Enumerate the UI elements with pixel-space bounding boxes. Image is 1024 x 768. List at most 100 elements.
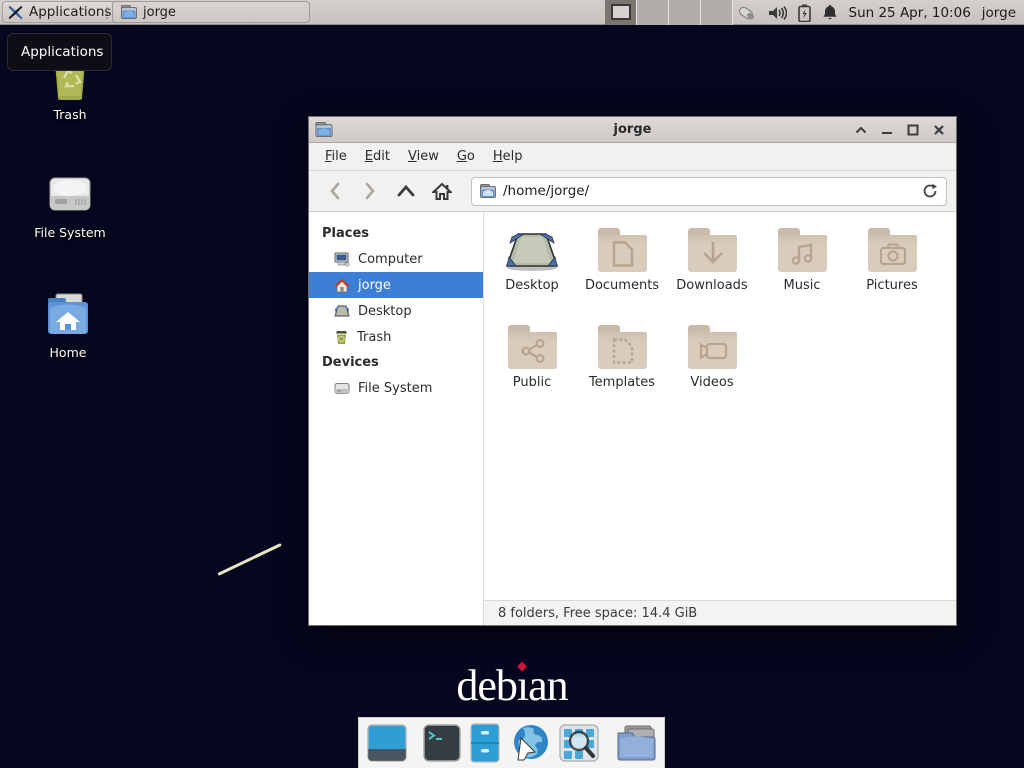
- desktop-icon-file-system[interactable]: File System: [22, 168, 118, 240]
- applications-menu-button[interactable]: Applications: [2, 1, 121, 23]
- taskbar-window-button[interactable]: jorge: [112, 1, 310, 23]
- file-documents[interactable]: Documents: [577, 224, 667, 321]
- sidebar-item-label: Computer: [358, 252, 423, 267]
- music-glyph-icon: [790, 241, 816, 267]
- path-folder-icon: [480, 184, 496, 198]
- up-button[interactable]: [389, 177, 423, 205]
- path-input[interactable]: /home/jorge/: [503, 183, 916, 199]
- sidebar: Places Computer jorge: [309, 212, 484, 625]
- file-desktop[interactable]: Desktop: [487, 224, 577, 321]
- desktop-special-icon: [503, 227, 561, 273]
- file-label: Pictures: [866, 278, 917, 293]
- file-label: Public: [513, 375, 551, 390]
- menu-go[interactable]: Go: [448, 143, 484, 170]
- maximize-button[interactable]: [902, 120, 924, 140]
- file-manager-window: jorge File Edit View Go Help: [308, 116, 957, 626]
- file-icon-view[interactable]: Desktop Documents: [484, 212, 956, 600]
- file-public[interactable]: Public: [487, 321, 577, 418]
- file-pictures[interactable]: Pictures: [847, 224, 937, 321]
- folder-launcher[interactable]: [615, 724, 657, 762]
- sidebar-item-desktop[interactable]: Desktop: [309, 298, 483, 324]
- top-panel: Applications jorge: [0, 0, 1024, 25]
- home-folder-icon: [42, 288, 94, 340]
- file-videos[interactable]: Videos: [667, 321, 757, 418]
- bottom-dock: [358, 717, 665, 768]
- home-icon: [334, 278, 350, 293]
- notifications-bell-icon[interactable]: [822, 4, 838, 21]
- debian-logo-text: deb: [456, 661, 517, 710]
- close-button[interactable]: [928, 120, 950, 140]
- template-glyph-icon: [612, 338, 634, 364]
- workspace-4[interactable]: [701, 0, 733, 25]
- minimize-button[interactable]: [876, 120, 898, 140]
- sidebar-header-devices: Devices: [309, 350, 483, 375]
- window-titlebar[interactable]: jorge: [309, 117, 956, 143]
- forward-button[interactable]: [353, 177, 387, 205]
- menu-file[interactable]: File: [316, 143, 356, 170]
- desktop-stroke-artifact: [217, 543, 281, 576]
- desktop-mini-icon: [334, 304, 350, 318]
- document-glyph-icon: [612, 241, 634, 267]
- panel-username[interactable]: jorge: [982, 5, 1016, 21]
- workspace-3[interactable]: [669, 0, 701, 25]
- sidebar-item-label: File System: [358, 381, 432, 396]
- sidebar-item-trash[interactable]: Trash: [309, 324, 483, 350]
- battery-icon[interactable]: [798, 4, 811, 22]
- location-bar[interactable]: /home/jorge/: [471, 177, 947, 206]
- desktop-icon-label: File System: [22, 225, 118, 240]
- sidebar-item-computer[interactable]: Computer: [309, 246, 483, 272]
- menu-help[interactable]: Help: [484, 143, 532, 170]
- menubar: File Edit View Go Help: [309, 143, 956, 171]
- web-browser-launcher[interactable]: [509, 722, 551, 764]
- show-desktop-icon: [367, 723, 407, 763]
- file-music[interactable]: Music: [757, 224, 847, 321]
- volume-icon[interactable]: [768, 5, 787, 21]
- sidebar-item-label: Trash: [357, 330, 391, 345]
- menu-view[interactable]: View: [399, 143, 448, 170]
- sidebar-header-places: Places: [309, 221, 483, 246]
- debian-logo: debıan: [0, 660, 1024, 711]
- applications-menu-icon: [7, 4, 24, 21]
- folder-icon: [121, 5, 137, 19]
- desktop-icon-home[interactable]: Home: [20, 288, 116, 360]
- trash-mini-icon: [334, 330, 349, 345]
- app-finder-icon: [559, 723, 599, 763]
- sidebar-item-file-system[interactable]: File System: [309, 375, 483, 401]
- dock-folder-icon: [615, 724, 657, 762]
- panel-separator-handle[interactable]: [105, 6, 109, 19]
- terminal-launcher[interactable]: [423, 724, 461, 762]
- home-button[interactable]: [425, 177, 459, 205]
- show-desktop-button[interactable]: [367, 723, 407, 763]
- terminal-icon: [423, 724, 461, 762]
- camera-glyph-icon: [879, 242, 907, 266]
- panel-clock[interactable]: Sun 25 Apr, 10:06: [849, 5, 971, 21]
- file-label: Videos: [690, 375, 733, 390]
- tooltip-text: Applications: [21, 44, 103, 60]
- drive-mini-icon: [334, 382, 350, 395]
- computer-icon: [334, 252, 350, 267]
- debian-logo-text: an: [528, 661, 568, 710]
- applications-menu-label: Applications: [29, 4, 111, 20]
- share-glyph-icon: [520, 338, 546, 364]
- video-glyph-icon: [698, 340, 728, 362]
- applications-tooltip: Applications: [7, 33, 112, 71]
- file-label: Music: [784, 278, 821, 293]
- workspace-pager: [605, 0, 733, 25]
- panel-tray-area: Sun 25 Apr, 10:06 jorge: [735, 0, 1024, 25]
- file-templates[interactable]: Templates: [577, 321, 667, 418]
- back-button[interactable]: [317, 177, 351, 205]
- shade-button[interactable]: [850, 120, 872, 140]
- hard-drive-icon: [44, 168, 96, 220]
- app-finder-launcher[interactable]: [559, 723, 599, 763]
- file-downloads[interactable]: Downloads: [667, 224, 757, 321]
- desktop-icon-label: Home: [20, 345, 116, 360]
- sidebar-item-jorge[interactable]: jorge: [309, 272, 483, 298]
- download-glyph-icon: [701, 241, 725, 267]
- workspace-2[interactable]: [637, 0, 669, 25]
- mouse-tray-icon[interactable]: [735, 4, 757, 22]
- workspace-1[interactable]: [605, 0, 637, 25]
- taskbar-window-label: jorge: [143, 5, 176, 20]
- menu-edit[interactable]: Edit: [356, 143, 399, 170]
- reload-icon[interactable]: [923, 183, 938, 199]
- file-manager-launcher[interactable]: [469, 723, 501, 763]
